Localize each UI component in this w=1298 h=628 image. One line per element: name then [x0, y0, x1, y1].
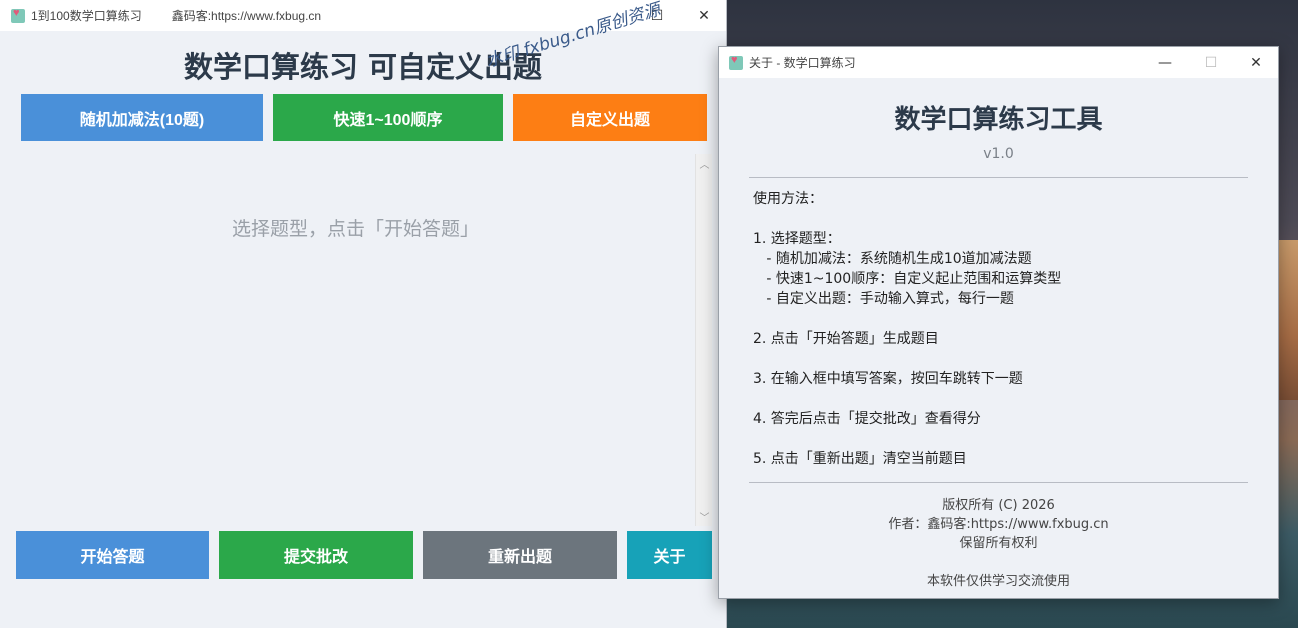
- question-area: 选择题型，点击「开始答题」: [16, 154, 695, 524]
- rights-text: 保留所有权利: [959, 536, 1038, 551]
- chevron-up-icon[interactable]: ︿: [696, 156, 713, 171]
- close-button[interactable]: ✕: [1233, 47, 1279, 78]
- vertical-scrollbar[interactable]: ︿ ﹀: [695, 154, 712, 526]
- instruction-line: 5. 点击「重新出题」清空当前题目: [753, 451, 967, 467]
- instruction-line: 3. 在输入框中填写答案，按回车跳转下一题: [753, 371, 1023, 387]
- instruction-line: [753, 349, 1253, 369]
- instructions-text: 使用方法： 1. 选择题型： - 随机加减法：系统随机生成10道加减法题 - 快…: [753, 189, 1253, 469]
- instruction-line: - 快速1~100顺序：自定义起止范围和运算类型: [753, 271, 1062, 287]
- custom-questions-button[interactable]: 自定义出题: [513, 94, 707, 141]
- chevron-down-icon[interactable]: ﹀: [696, 509, 713, 524]
- placeholder-text: 选择题型，点击「开始答题」: [231, 218, 479, 240]
- regenerate-button[interactable]: 重新出题: [423, 531, 617, 579]
- instruction-line: [753, 309, 1253, 329]
- maximize-icon: ☐: [1204, 54, 1218, 71]
- about-button[interactable]: 关于: [627, 531, 712, 579]
- instruction-line: 1. 选择题型：: [753, 231, 841, 247]
- random-add-sub-button[interactable]: 随机加减法(10题): [21, 94, 263, 141]
- instruction-line: - 随机加减法：系统随机生成10道加减法题: [753, 251, 1032, 267]
- minimize-icon: —: [1158, 54, 1172, 71]
- main-window: 1到100数学口算练习 鑫码客:https://www.fxbug.cn ☐ ✕…: [0, 0, 727, 628]
- close-icon: ✕: [698, 7, 710, 24]
- instruction-line: [753, 209, 1253, 229]
- maximize-button[interactable]: ☐: [1188, 47, 1234, 78]
- about-titlebar[interactable]: 关于 - 数学口算练习 — ☐ ✕: [719, 47, 1278, 78]
- close-button[interactable]: ✕: [681, 0, 727, 31]
- start-answer-button[interactable]: 开始答题: [16, 531, 209, 579]
- submit-grade-button[interactable]: 提交批改: [219, 531, 413, 579]
- window-title: 1到100数学口算练习: [31, 9, 142, 23]
- version-label: v1.0: [983, 146, 1014, 162]
- about-dialog: 关于 - 数学口算练习 — ☐ ✕ 数学口算练习工具 v1.0 使用方法： 1.…: [718, 46, 1279, 599]
- about-dialog-title: 关于 - 数学口算练习: [749, 56, 856, 70]
- about-heading: 数学口算练习工具: [894, 105, 1103, 135]
- instruction-line: - 自定义出题：手动输入算式，每行一题: [753, 291, 1014, 307]
- notice-text: 本软件仅供学习交流使用: [926, 574, 1070, 589]
- window-subtitle: 鑫码客:https://www.fxbug.cn: [171, 9, 322, 23]
- instruction-line: [753, 389, 1253, 409]
- minimize-button[interactable]: —: [1142, 47, 1188, 78]
- heart-app-icon: [729, 54, 743, 70]
- instruction-line: 使用方法：: [753, 191, 823, 207]
- instruction-line: 2. 点击「开始答题」生成题目: [753, 331, 939, 347]
- instruction-line: 4. 答完后点击「提交批改」查看得分: [753, 411, 981, 427]
- copyright-text: 版权所有 (C) 2026: [942, 498, 1055, 513]
- page-title: 数学口算练习 可自定义出题: [183, 50, 543, 84]
- instruction-line: [753, 429, 1253, 449]
- divider: [749, 482, 1248, 483]
- author-text: 作者：鑫码客:https://www.fxbug.cn: [888, 517, 1109, 532]
- close-icon: ✕: [1250, 54, 1262, 71]
- heart-app-icon: [11, 7, 25, 23]
- divider: [749, 177, 1248, 178]
- quick-sequence-button[interactable]: 快速1~100顺序: [273, 94, 503, 141]
